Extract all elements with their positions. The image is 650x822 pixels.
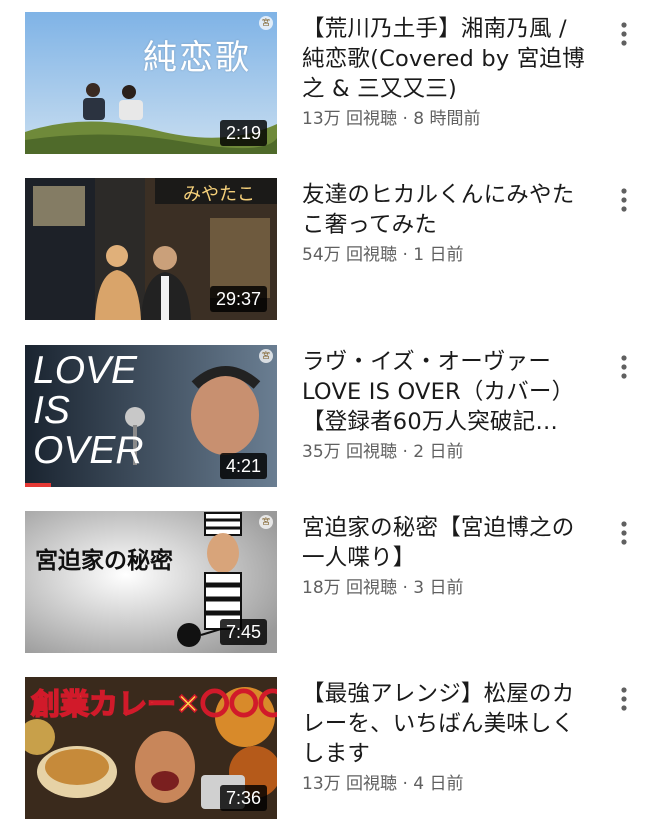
view-count: 54万 回視聴: [302, 245, 398, 265]
video-title[interactable]: ラヴ・イズ・オーヴァー LOVE IS OVER（カバー）【登録者60万人突破記…: [302, 347, 594, 437]
duration-badge: 4:21: [219, 453, 267, 479]
view-count: 13万 回視聴: [302, 109, 398, 129]
video-meta: 友達のヒカルくんにみやたこ奢ってみた 54万 回視聴 · 1 日前: [302, 180, 594, 266]
video-stats: 54万 回視聴 · 1 日前: [302, 244, 594, 266]
vertical-ellipsis-icon: [621, 188, 627, 212]
video-meta: ラヴ・イズ・オーヴァー LOVE IS OVER（カバー）【登録者60万人突破記…: [302, 347, 594, 463]
separator: ·: [397, 442, 414, 462]
thumbnail-title-text: 宮迫家の秘密: [35, 547, 173, 574]
more-options-button[interactable]: [612, 683, 636, 719]
video-title[interactable]: 友達のヒカルくんにみやたこ奢ってみた: [302, 180, 594, 240]
channel-badge: 宮: [259, 515, 273, 529]
video-thumbnail[interactable]: 創業カレー✕〇〇〇 7:36: [25, 677, 277, 819]
channel-badge: 宮: [259, 349, 273, 363]
channel-badge: 宮: [259, 16, 273, 30]
video-stats: 35万 回視聴 · 2 日前: [302, 441, 594, 463]
video-thumbnail[interactable]: 純恋歌 宮 2:19: [25, 12, 277, 154]
video-stats: 13万 回視聴 · 4 日前: [302, 773, 594, 795]
more-options-button[interactable]: [612, 517, 636, 553]
vertical-ellipsis-icon: [621, 22, 627, 46]
duration-badge: 7:36: [219, 785, 267, 811]
video-item[interactable]: 純恋歌 宮 2:19 【荒川乃土手】湘南乃風 / 純恋歌(Covered by …: [0, 12, 650, 157]
more-options-button[interactable]: [612, 18, 636, 54]
thumbnail-title-text: 純恋歌: [143, 38, 251, 78]
upload-age: 3 日前: [413, 578, 464, 598]
view-count: 18万 回視聴: [302, 578, 398, 598]
video-item[interactable]: みやたこ 29:37 友達のヒカルくんにみやたこ奢ってみた 54万 回視聴 · …: [0, 178, 650, 323]
video-title[interactable]: 【最強アレンジ】松屋のカレーを、いちばん美味しくします: [302, 679, 594, 769]
vertical-ellipsis-icon: [621, 521, 627, 545]
video-title[interactable]: 宮迫家の秘密【宮迫博之の一人喋り】: [302, 513, 594, 573]
thumbnail-title-text: LOVE IS OVER: [33, 349, 144, 472]
more-options-button[interactable]: [612, 351, 636, 387]
view-count: 13万 回視聴: [302, 774, 398, 794]
video-meta: 【荒川乃土手】湘南乃風 / 純恋歌(Covered by 宮迫博之 & 三又又三…: [302, 14, 594, 130]
vertical-ellipsis-icon: [621, 355, 627, 379]
video-stats: 18万 回視聴 · 3 日前: [302, 577, 594, 599]
video-item[interactable]: 創業カレー✕〇〇〇 7:36 【最強アレンジ】松屋のカレーを、いちばん美味しくし…: [0, 677, 650, 822]
video-thumbnail[interactable]: LOVE IS OVER 宮 4:21: [25, 345, 277, 487]
separator: ·: [397, 245, 414, 265]
upload-age: 8 時間前: [413, 109, 481, 129]
upload-age: 4 日前: [413, 774, 464, 794]
video-meta: 【最強アレンジ】松屋のカレーを、いちばん美味しくします 13万 回視聴 · 4 …: [302, 679, 594, 795]
duration-badge: 2:19: [219, 120, 267, 146]
video-item[interactable]: 宮迫家の秘密 宮 7:45 宮迫家の秘密【宮迫博之の一人喋り】 18万 回視聴 …: [0, 511, 650, 656]
thumbnail-sign-text: みやたこ: [183, 184, 255, 205]
separator: ·: [397, 578, 414, 598]
video-thumbnail[interactable]: 宮迫家の秘密 宮 7:45: [25, 511, 277, 653]
separator: ·: [397, 774, 414, 794]
upload-age: 2 日前: [413, 442, 464, 462]
video-list: 純恋歌 宮 2:19 【荒川乃土手】湘南乃風 / 純恋歌(Covered by …: [0, 0, 650, 822]
more-options-button[interactable]: [612, 184, 636, 220]
duration-badge: 7:45: [219, 619, 267, 645]
duration-badge: 29:37: [209, 286, 267, 312]
separator: ·: [397, 109, 414, 129]
video-stats: 13万 回視聴 · 8 時間前: [302, 108, 594, 130]
video-thumbnail[interactable]: みやたこ 29:37: [25, 178, 277, 320]
video-meta: 宮迫家の秘密【宮迫博之の一人喋り】 18万 回視聴 · 3 日前: [302, 513, 594, 599]
view-count: 35万 回視聴: [302, 442, 398, 462]
vertical-ellipsis-icon: [621, 687, 627, 711]
video-item[interactable]: LOVE IS OVER 宮 4:21 ラヴ・イズ・オーヴァー LOVE IS …: [0, 345, 650, 490]
video-title[interactable]: 【荒川乃土手】湘南乃風 / 純恋歌(Covered by 宮迫博之 & 三又又三…: [302, 14, 594, 104]
upload-age: 1 日前: [413, 245, 464, 265]
thumbnail-title-text: 創業カレー✕〇〇〇: [30, 686, 277, 722]
